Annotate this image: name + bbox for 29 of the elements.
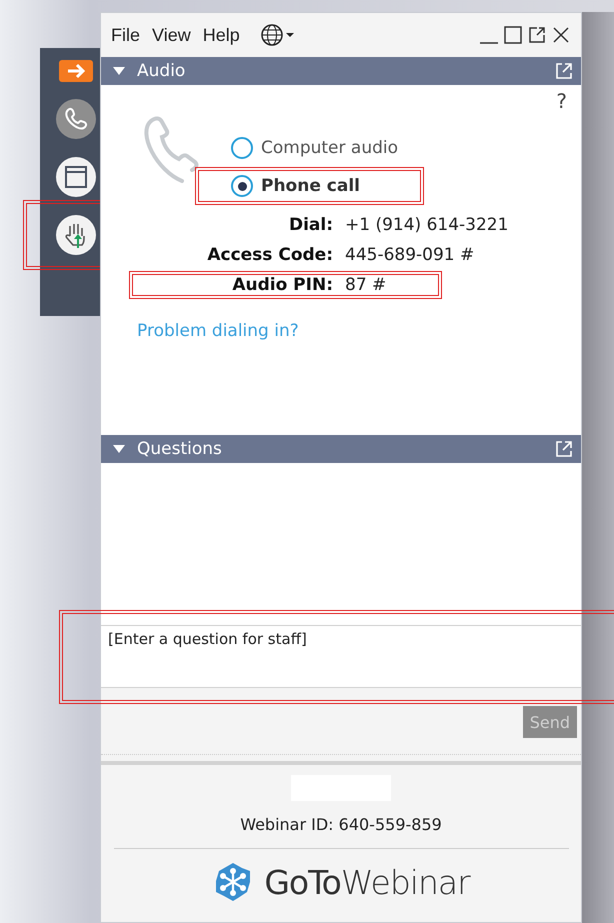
help-link[interactable]: ? [556, 89, 567, 113]
panel-header[interactable]: Audio [101, 57, 581, 85]
logo-text: GoToWebinar [264, 862, 470, 902]
question-field[interactable]: [Enter a question for staff] [101, 626, 581, 688]
radio-option[interactable]: Computer audio [231, 135, 422, 161]
panel-title: Questions [137, 439, 222, 459]
popout-icon[interactable] [527, 25, 547, 45]
detail-value: 87 # [345, 275, 386, 295]
radio-option[interactable]: Phone call [231, 173, 422, 199]
collapse-button[interactable] [59, 60, 93, 82]
panel-title: Audio [137, 61, 186, 81]
maximize-icon[interactable] [503, 25, 523, 45]
close-icon[interactable] [551, 25, 571, 45]
detail-label: Dial: [288, 215, 333, 235]
detail-label: Access Code: [206, 245, 333, 265]
menu-item[interactable]: View [152, 24, 191, 46]
globe-icon[interactable] [260, 23, 296, 47]
phone-button[interactable] [55, 98, 97, 140]
panel-header[interactable]: Questions [101, 435, 581, 463]
detail-value: 445-689-091 # [345, 245, 474, 265]
webinar-id: Webinar ID: 640-559-859 [240, 815, 442, 834]
window-button[interactable] [55, 156, 97, 198]
caret-icon [113, 66, 125, 76]
menu-item[interactable]: File [111, 24, 140, 46]
menu-item[interactable]: Help [202, 24, 240, 46]
detail-value: +1 (914) 614-3221 [345, 215, 508, 235]
raise-hand-button[interactable] [55, 214, 97, 256]
detail-label: Audio PIN: [231, 275, 333, 295]
caret-icon [113, 444, 125, 454]
